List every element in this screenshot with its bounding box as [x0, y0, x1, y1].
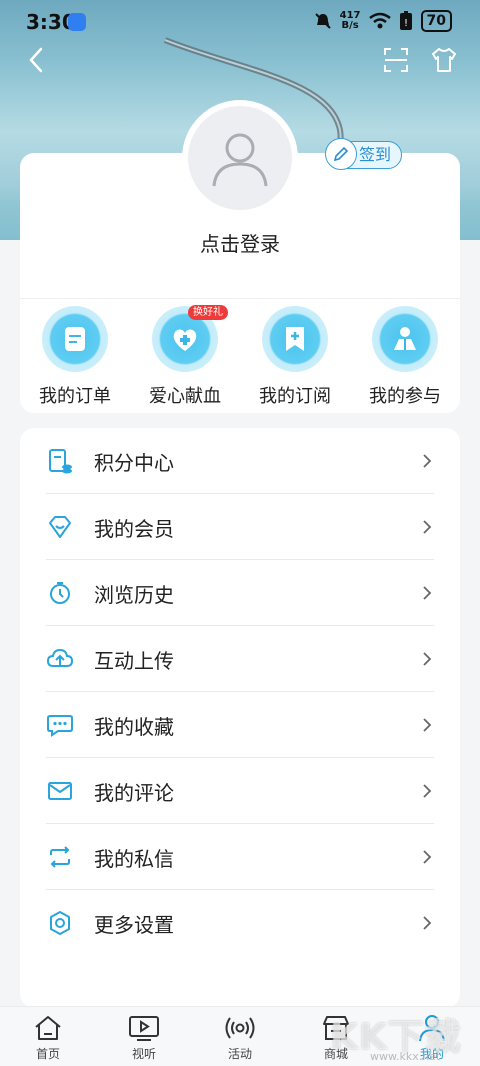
scan-button[interactable]	[380, 44, 412, 76]
points-icon	[46, 447, 74, 475]
chevron-right-icon	[423, 784, 432, 798]
bottom-tab-bar: 首页 视听 活动 商城 我的	[0, 1006, 480, 1066]
mute-bell-icon	[314, 13, 331, 29]
tab-video[interactable]: 视听	[96, 1013, 192, 1062]
subscription-icon	[286, 327, 304, 351]
menu-label: 互动上传	[94, 648, 174, 673]
login-prompt[interactable]: 点击登录	[0, 228, 480, 257]
menu-item-history[interactable]: 浏览历史	[46, 560, 434, 626]
menu-label: 浏览历史	[94, 582, 174, 607]
tab-mine[interactable]: 我的	[384, 1013, 480, 1062]
network-speed-unit: B/s	[341, 20, 359, 31]
tab-label: 商城	[323, 1047, 348, 1061]
menu-label: 我的评论	[94, 780, 174, 805]
home-icon	[35, 1016, 61, 1040]
chevron-right-icon	[423, 454, 432, 468]
signin-label: 签到	[359, 145, 392, 164]
blood-donation-icon	[173, 329, 197, 351]
battery-saver-icon: !	[399, 11, 412, 30]
back-button[interactable]	[20, 44, 52, 76]
tab-label: 活动	[227, 1047, 252, 1061]
diamond-icon	[46, 513, 74, 541]
chevron-right-icon	[423, 586, 432, 600]
quick-action-label: 爱心献血	[149, 386, 221, 407]
menu-item-comments[interactable]: 我的评论	[46, 758, 434, 824]
tab-home[interactable]: 首页	[0, 1013, 96, 1062]
menu-item-favorites[interactable]: 我的收藏	[46, 692, 434, 758]
menu-item-settings[interactable]: 更多设置	[46, 890, 434, 956]
menu-label: 我的会员	[94, 516, 174, 541]
chat-bubble-icon	[46, 711, 74, 739]
user-silhouette-icon	[212, 133, 268, 187]
quick-action-label: 我的订阅	[259, 386, 331, 407]
tab-label: 首页	[35, 1047, 60, 1061]
svg-text:!: !	[404, 18, 408, 29]
tab-activity[interactable]: 活动	[192, 1013, 288, 1062]
video-icon	[129, 1016, 159, 1041]
menu-item-upload[interactable]: 互动上传	[46, 626, 434, 692]
tab-label: 视听	[131, 1047, 156, 1061]
participation-icon	[394, 327, 416, 350]
chevron-right-icon	[423, 850, 432, 864]
clock-icon	[46, 579, 74, 607]
quick-action-label: 我的订单	[39, 386, 111, 407]
quick-action-blood-donation[interactable]: 换好礼 爱心献血	[130, 305, 240, 408]
settings-icon	[46, 909, 74, 937]
tshirt-icon	[432, 48, 456, 72]
menu-label: 我的收藏	[94, 714, 174, 739]
sync-icon	[46, 843, 74, 871]
menu-item-membership[interactable]: 我的会员	[46, 494, 434, 560]
profile-divider	[20, 298, 460, 299]
profile-page: 3:30 417 B/s ! 70 签到 点击登录 我的订单 换好礼 爱心献血 …	[0, 0, 480, 1066]
wifi-icon	[368, 12, 391, 29]
network-speed: 417 B/s	[340, 11, 361, 31]
gift-badge: 换好礼	[188, 305, 228, 320]
chevron-right-icon	[423, 718, 432, 732]
scan-icon	[384, 48, 408, 72]
broadcast-icon	[225, 1017, 255, 1039]
quick-action-subscriptions[interactable]: 我的订阅	[240, 306, 350, 408]
user-icon	[419, 1015, 445, 1042]
order-icon	[65, 327, 85, 351]
menu-label: 我的私信	[94, 846, 174, 871]
back-arrow-icon	[29, 47, 43, 73]
mail-icon	[46, 777, 74, 805]
skin-button[interactable]	[428, 44, 460, 76]
menu-label: 更多设置	[94, 912, 174, 937]
quick-action-orders[interactable]: 我的订单	[20, 306, 130, 408]
cloud-upload-icon	[46, 645, 74, 673]
menu-item-messages[interactable]: 我的私信	[46, 824, 434, 890]
quick-action-participation[interactable]: 我的参与	[350, 306, 460, 408]
pen-icon	[325, 138, 357, 170]
status-bar: 3:30 417 B/s ! 70	[0, 0, 480, 44]
avatar-placeholder	[188, 106, 292, 210]
signin-button[interactable]: 签到	[325, 138, 403, 170]
chevron-right-icon	[423, 652, 432, 666]
menu-item-points[interactable]: 积分中心	[46, 428, 434, 494]
tab-label: 我的	[419, 1047, 444, 1061]
chevron-right-icon	[423, 520, 432, 534]
tab-store[interactable]: 商城	[288, 1013, 384, 1062]
weather-app-icon	[68, 13, 86, 31]
battery-level: 70	[420, 10, 452, 32]
store-icon	[323, 1016, 349, 1040]
menu-label: 积分中心	[94, 450, 174, 475]
chevron-right-icon	[423, 916, 432, 930]
menu-card: 积分中心 我的会员 浏览历史 互动上传 我的收藏 我的评论 我的私信 更多设置	[20, 428, 460, 1008]
quick-action-label: 我的参与	[369, 386, 441, 407]
avatar[interactable]	[182, 100, 298, 216]
